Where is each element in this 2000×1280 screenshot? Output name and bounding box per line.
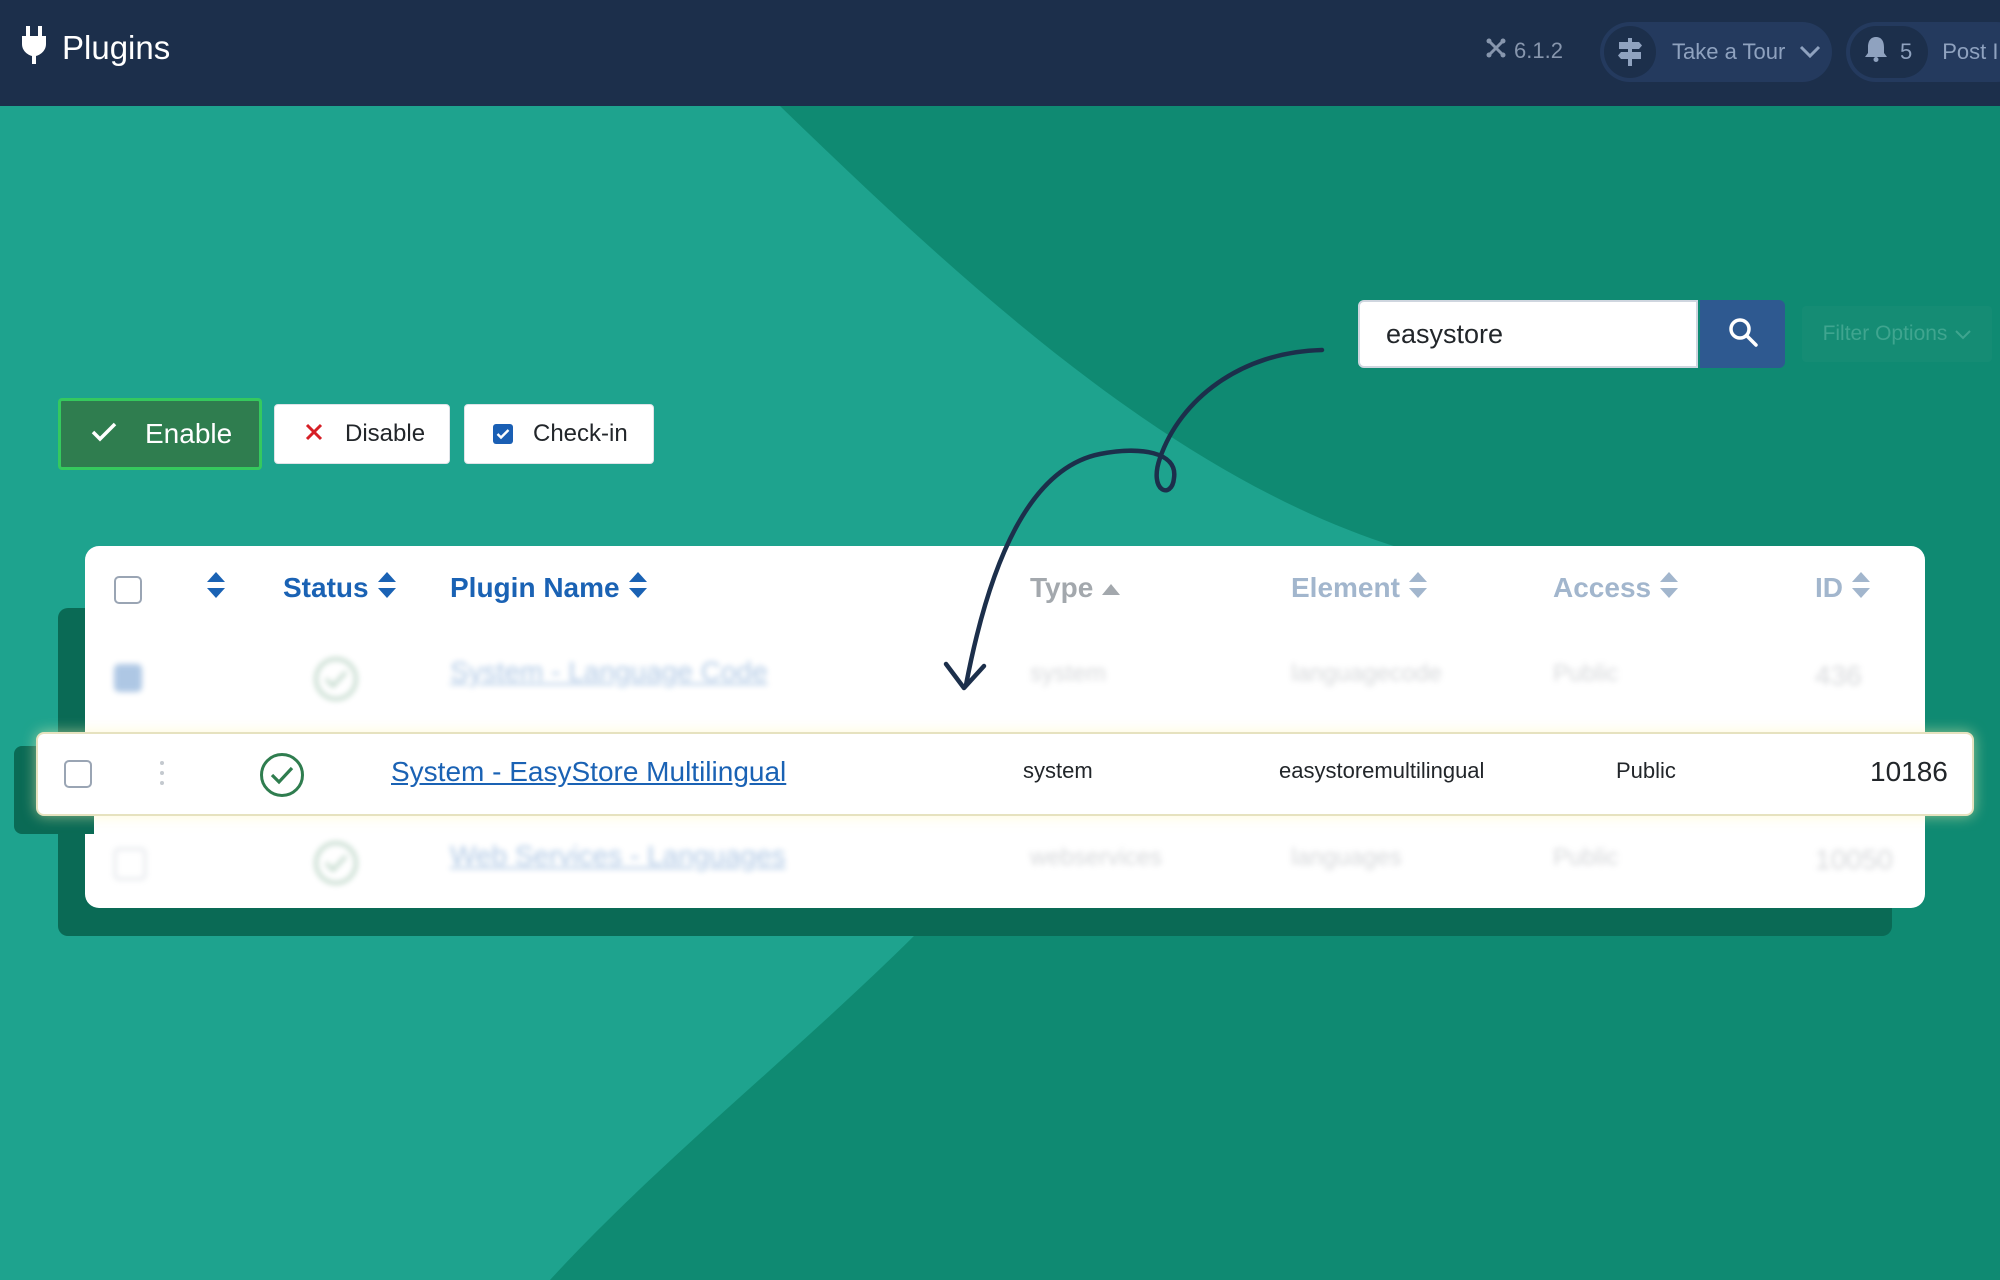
access-header-label: Access <box>1553 572 1652 603</box>
sort-icon <box>1851 571 1871 606</box>
search-input[interactable] <box>1358 300 1698 368</box>
access-cell: Public <box>1553 844 1619 871</box>
ordering-sort-header[interactable] <box>206 568 226 608</box>
take-a-tour-button[interactable]: Take a Tour <box>1600 22 1832 82</box>
filter-options-button[interactable]: Filter Options <box>1802 306 1992 362</box>
element-cell: languages <box>1291 844 1402 871</box>
type-header-label: Type <box>1030 572 1094 603</box>
notification-count: 5 <box>1900 39 1913 64</box>
element-header-label: Element <box>1291 572 1400 603</box>
enable-label: Enable <box>145 418 233 449</box>
take-a-tour-label: Take a Tour <box>1672 39 1786 64</box>
filter-options-label: Filter Options <box>1822 322 1948 345</box>
disable-label: Disable <box>345 420 426 447</box>
access-header[interactable]: Access <box>1553 568 1679 608</box>
id-cell: 10050 <box>1815 844 1893 875</box>
plugin-name-link[interactable]: Web Services - Languages <box>450 840 786 872</box>
plugin-name-link[interactable]: System - Language Code <box>450 656 768 688</box>
access-cell: Public <box>1553 660 1619 687</box>
element-header[interactable]: Element <box>1291 568 1428 608</box>
enable-button[interactable]: Enable <box>58 398 262 470</box>
plugin-name-link[interactable]: System - EasyStore Multilingual <box>391 756 786 788</box>
notifications-badge: 5 <box>1850 26 1929 78</box>
top-bar: Plugins 6.1.2 Take a Tour 5 Post In <box>0 0 2000 106</box>
status-enabled-icon[interactable] <box>313 656 359 709</box>
bell-icon <box>1864 36 1888 68</box>
plug-icon <box>20 26 48 69</box>
type-header[interactable]: Type <box>1030 568 1121 608</box>
search-button[interactable] <box>1700 300 1785 368</box>
drag-handle-icon[interactable] <box>158 760 166 792</box>
close-icon <box>305 420 323 448</box>
post-installation-label: Post In <box>1942 39 2000 64</box>
disable-button[interactable]: Disable <box>274 404 450 464</box>
element-cell: languagecode <box>1291 660 1442 687</box>
access-cell: Public <box>1616 758 1676 783</box>
chevron-down-icon <box>1955 322 1972 346</box>
table-row[interactable]: System - Language Code system languageco… <box>85 636 1925 720</box>
id-header-label: ID <box>1815 572 1843 603</box>
status-header-label: Status <box>283 572 369 603</box>
sort-icon <box>206 571 226 606</box>
type-cell: webservices <box>1030 844 1163 871</box>
type-cell: system <box>1023 758 1093 783</box>
sort-icon <box>1408 571 1428 606</box>
signpost-icon <box>1604 26 1656 78</box>
select-all-checkbox[interactable] <box>114 576 142 604</box>
plugin-name-header[interactable]: Plugin Name <box>450 568 648 608</box>
chevron-down-icon <box>1799 39 1821 65</box>
search-icon <box>1728 317 1758 352</box>
checkbox-checked-icon <box>493 424 513 444</box>
type-cell: system <box>1030 660 1107 687</box>
sort-icon <box>377 571 397 606</box>
id-cell: 436 <box>1815 660 1862 691</box>
status-enabled-icon[interactable] <box>259 752 305 804</box>
status-header[interactable]: Status <box>283 568 397 608</box>
version-indicator[interactable]: 6.1.2 <box>1486 38 1563 64</box>
checkin-button[interactable]: Check-in <box>464 404 654 464</box>
sort-icon <box>628 571 648 606</box>
row-checkbox[interactable] <box>114 848 146 880</box>
version-number: 6.1.2 <box>1514 38 1563 63</box>
joomla-icon <box>1486 38 1506 64</box>
sort-icon <box>1659 571 1679 606</box>
page-title: Plugins <box>62 28 171 66</box>
brand: Plugins <box>20 26 170 69</box>
row-checkbox[interactable] <box>64 760 92 788</box>
plugin-name-header-label: Plugin Name <box>450 572 620 603</box>
status-enabled-icon[interactable] <box>313 840 359 893</box>
id-cell: 10186 <box>1870 756 1948 787</box>
checkin-label: Check-in <box>533 420 628 447</box>
notifications-button[interactable]: 5 Post In <box>1846 22 2000 82</box>
table-row[interactable]: Web Services - Languages webservices lan… <box>85 820 1925 904</box>
table-row-highlighted[interactable]: System - EasyStore Multilingual system e… <box>36 732 1974 816</box>
row-checkbox[interactable] <box>114 664 142 692</box>
id-header[interactable]: ID <box>1815 568 1871 608</box>
check-icon <box>91 418 117 450</box>
element-cell: easystoremultilingual <box>1279 758 1485 783</box>
sort-ascending-icon <box>1101 572 1121 604</box>
